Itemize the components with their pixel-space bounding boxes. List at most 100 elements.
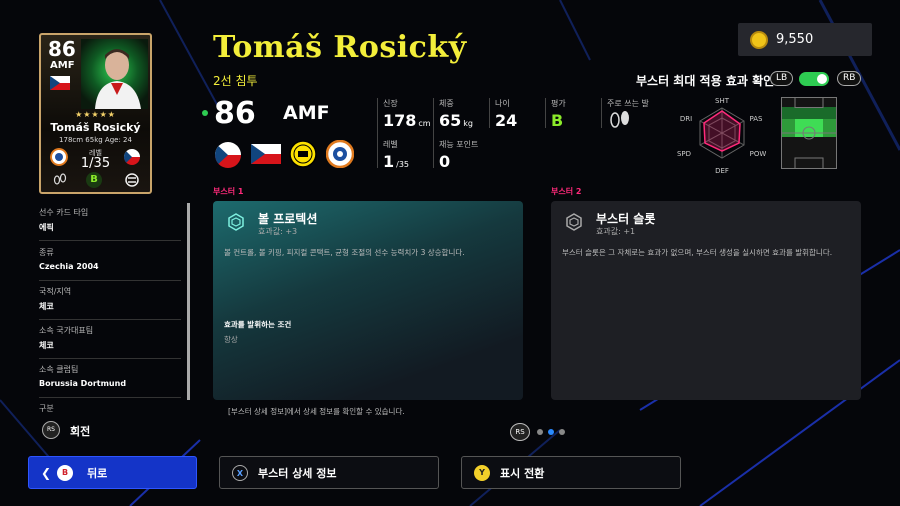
level-value: 1/35 — [383, 152, 410, 171]
czech-round-flag-icon — [124, 149, 140, 165]
card-grade-badge: B — [86, 172, 102, 188]
card-stars: ★★★★★ — [75, 110, 116, 119]
back-label: 뒤로 — [87, 466, 108, 480]
coin-balance: 9,550 — [738, 23, 872, 56]
side-scrollbar[interactable] — [187, 203, 190, 400]
club-crest-icon — [289, 140, 317, 168]
card-foot-icon — [53, 173, 67, 185]
radar-label-pow: POW — [750, 150, 767, 158]
page-dot[interactable] — [537, 429, 543, 435]
divider — [601, 98, 602, 128]
player-name-title: Tomáš Rosický — [213, 30, 467, 65]
czech-round-flag-icon — [215, 142, 241, 168]
rb-button[interactable]: RB — [837, 71, 862, 86]
side-label-nationality: 국적/지역 — [39, 287, 72, 296]
booster2-description: 부스터 슬롯은 그 자체로는 효과가 없으며, 부스터 생성을 실시하면 효과를… — [562, 248, 833, 257]
ability-radar-chart: SHT PAS POW DEF SPD DRI — [677, 97, 767, 175]
booster1-panel[interactable]: 볼 프로텍션 효과값: +3 볼 컨트롤, 볼 키핑, 피지컬 콘택트, 균형 … — [213, 201, 523, 400]
divider — [545, 98, 546, 128]
national-team-badge-icon — [50, 148, 68, 166]
toggle-display-label: 표시 전환 — [500, 466, 545, 480]
lb-button[interactable]: LB — [770, 71, 794, 86]
booster-hint-text: [부스터 상세 정보]에서 상세 정보를 확인할 수 있습니다. — [228, 407, 405, 416]
divider — [489, 98, 490, 128]
booster1-condition: 항상 — [224, 335, 238, 344]
side-divider — [39, 240, 181, 241]
radar-label-sht: SHT — [715, 97, 730, 105]
coin-amount: 9,550 — [776, 32, 814, 47]
side-label-card-type: 선수 카드 타입 — [39, 208, 89, 217]
side-label-club: 소속 클럽팀 — [39, 365, 79, 374]
radar-label-def: DEF — [715, 167, 729, 175]
booster-max-effect-label: 부스터 최대 적용 효과 확인 — [636, 74, 775, 88]
chevron-left-icon: ❮ — [41, 465, 52, 480]
side-label-category: 구분 — [39, 404, 54, 413]
grade-value: B — [551, 111, 564, 130]
b-button-icon: B — [57, 464, 74, 481]
booster2-panel[interactable]: 부스터 슬롯 효과값: +1 부스터 슬롯은 그 자체로는 효과가 없으며, 부… — [551, 201, 861, 400]
position-pitch-map — [781, 97, 837, 169]
weight-label: 체중 — [439, 99, 454, 108]
age-label: 나이 — [495, 99, 510, 108]
coin-icon — [750, 30, 768, 49]
player-portrait — [81, 39, 148, 109]
czech-flag-icon — [50, 76, 70, 90]
divider — [433, 98, 434, 168]
preferred-foot-label: 주로 쓰는 발 — [607, 99, 649, 108]
booster2-title: 부스터 슬롯 — [596, 212, 656, 226]
side-value-card-type: 에픽 — [39, 223, 54, 232]
side-divider — [39, 358, 181, 359]
height-label: 신장 — [383, 99, 398, 108]
divider — [377, 98, 378, 168]
card-rating: 86 — [48, 37, 76, 61]
side-divider — [39, 397, 181, 398]
level-label: 레벨 — [383, 140, 398, 149]
age-value: 24 — [495, 111, 518, 130]
skill-points-value: 0 — [439, 152, 451, 171]
card-player-info: 178cm 65kg Age: 24 — [59, 136, 132, 144]
page-dot-active[interactable] — [548, 429, 554, 435]
height-value: 178 cm — [383, 111, 431, 130]
skill-points-label: 재능 포인트 — [439, 140, 479, 149]
page-dot[interactable] — [559, 429, 565, 435]
condition-dot — [202, 110, 208, 116]
weight-value: 65 kg — [439, 111, 473, 130]
booster1-description: 볼 컨트롤, 볼 키핑, 피지컬 콘택트, 균형 조절의 선수 능력치가 3 상… — [224, 248, 465, 257]
main-position: AMF — [283, 102, 330, 124]
booster2-section-label: 부스터 2 — [551, 187, 582, 196]
national-team-badge-icon — [326, 140, 354, 168]
side-value-nationality: 체코 — [39, 302, 54, 311]
overall-rating: 86 — [214, 96, 256, 131]
pager-rs-icon[interactable]: RS — [510, 423, 530, 441]
czech-flag-icon — [251, 144, 281, 164]
card-position: AMF — [50, 60, 75, 71]
x-button-icon: X — [232, 464, 248, 481]
booster2-effect: 효과값: +1 — [596, 227, 636, 236]
toggle-display-button[interactable]: Y 표시 전환 — [461, 456, 681, 489]
rs-stick-icon[interactable]: RS — [42, 421, 60, 439]
player-card: 86 AMF ★★★★★ Tomáš Rosický 178cm 65kg Ag… — [39, 33, 152, 194]
foot-icon — [610, 111, 629, 128]
radar-label-dri: DRI — [680, 115, 692, 123]
side-value-national-team: 체코 — [39, 341, 54, 350]
card-player-name: Tomáš Rosický — [50, 121, 141, 134]
side-value-type: Czechia 2004 — [39, 262, 99, 271]
booster-detail-button[interactable]: X 부스터 상세 정보 — [219, 456, 439, 489]
side-label-national-team: 소속 국가대표팀 — [39, 326, 94, 335]
grade-label: 평가 — [551, 99, 566, 108]
side-divider — [39, 280, 181, 281]
booster-max-effect-switch[interactable] — [799, 72, 829, 86]
back-button[interactable]: ❮ B 뒤로 — [28, 456, 197, 489]
efootball-logo-icon — [125, 173, 139, 187]
radar-label-pas: PAS — [749, 115, 763, 123]
side-label-type: 종류 — [39, 248, 54, 257]
radar-label-spd: SPD — [677, 150, 691, 158]
playstyle-label: 2선 침투 — [213, 74, 258, 88]
rotate-label: 회전 — [70, 425, 91, 438]
booster-hexagon-icon — [566, 213, 582, 231]
booster1-section-label: 부스터 1 — [213, 187, 244, 196]
booster-detail-label: 부스터 상세 정보 — [258, 466, 337, 480]
booster-hexagon-icon — [228, 213, 244, 231]
side-value-club: Borussia Dortmund — [39, 379, 127, 388]
booster1-condition-label: 효과를 발휘하는 조건 — [224, 320, 292, 329]
